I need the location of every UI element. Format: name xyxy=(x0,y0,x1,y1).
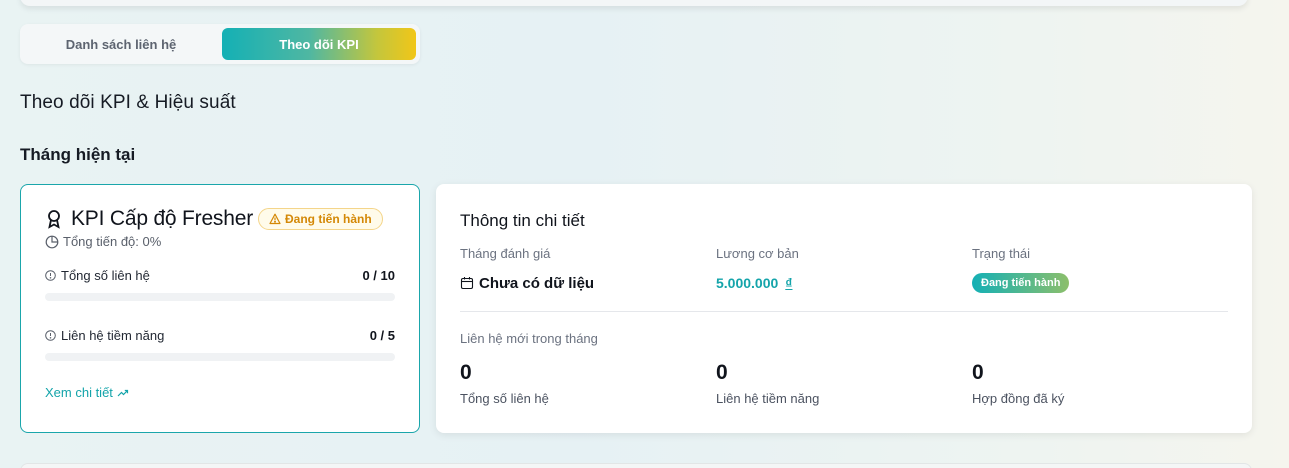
status-value: Đang tiến hành xyxy=(972,273,1228,293)
status-pill: Đang tiến hành xyxy=(972,273,1070,293)
top-panel-edge xyxy=(20,0,1248,6)
calendar-icon xyxy=(460,276,474,290)
kpi-title: KPI Cấp độ Fresher xyxy=(71,207,253,230)
salary-field: Lương cơ bản 5.000.000 ₫ xyxy=(716,246,972,293)
monthly-stats: 0 Tổng số liên hệ 0 Liên hệ tiềm năng 0 … xyxy=(460,362,1228,406)
view-details-label: Xem chi tiết xyxy=(45,385,113,400)
detail-info-grid: Tháng đánh giá Chưa có dữ liệu Lương cơ … xyxy=(460,246,1228,293)
metric-label: Tổng số liên hệ xyxy=(45,268,150,283)
stat-value: 0 xyxy=(460,361,472,384)
stat-value: 0 xyxy=(716,361,728,384)
metric-label-text: Liên hệ tiềm năng xyxy=(61,328,165,343)
eval-month-label: Tháng đánh giá xyxy=(460,246,551,261)
tab-kpi-tracking[interactable]: Theo dõi KPI xyxy=(222,28,416,60)
kpi-card: KPI Cấp độ Fresher Đang tiến hành Tổng t… xyxy=(20,184,420,433)
status-badge-label: Đang tiến hành xyxy=(285,212,372,226)
info-icon xyxy=(45,270,56,281)
total-progress-text: Tổng tiến độ: 0% xyxy=(63,234,162,249)
stat-label: Tổng số liên hệ xyxy=(460,391,549,406)
stat-value: 0 xyxy=(972,361,984,384)
stat-signed-contracts: 0 Hợp đồng đã ký xyxy=(972,362,1228,406)
metric-potential-contacts: Liên hệ tiềm năng 0 / 5 xyxy=(45,328,395,361)
metric-value: 0 / 5 xyxy=(369,328,395,343)
page-title: Theo dõi KPI & Hiệu suất xyxy=(20,92,236,113)
detail-info-card: Thông tin chi tiết Tháng đánh giá Chưa c… xyxy=(436,184,1252,433)
divider xyxy=(460,311,1228,312)
stat-total-contacts: 0 Tổng số liên hệ xyxy=(460,362,716,406)
metric-label-text: Tổng số liên hệ xyxy=(61,268,150,283)
award-icon xyxy=(45,209,63,229)
status-badge: Đang tiến hành xyxy=(258,208,383,230)
stat-label: Liên hệ tiềm năng xyxy=(716,391,820,406)
detail-info-title: Thông tin chi tiết xyxy=(460,211,585,230)
progress-bar xyxy=(45,293,395,301)
progress-bar xyxy=(45,353,395,361)
metric-value: 0 / 10 xyxy=(362,268,395,283)
tab-contact-list[interactable]: Danh sách liên hệ xyxy=(24,28,218,60)
stat-label: Hợp đồng đã ký xyxy=(972,391,1065,406)
status-label: Trạng thái xyxy=(972,246,1031,261)
salary-label: Lương cơ bản xyxy=(716,246,799,261)
monthly-contacts-label: Liên hệ mới trong tháng xyxy=(460,331,598,346)
section-title: Tháng hiện tại xyxy=(20,145,136,164)
eval-month-text: Chưa có dữ liệu xyxy=(479,274,595,292)
salary-amount: 5.000.000 xyxy=(716,275,779,291)
metric-total-contacts: Tổng số liên hệ 0 / 10 xyxy=(45,268,395,301)
metric-label: Liên hệ tiềm năng xyxy=(45,328,164,343)
view-tabs: Danh sách liên hệ Theo dõi KPI xyxy=(20,24,420,64)
view-details-link[interactable]: Xem chi tiết xyxy=(45,385,129,400)
salary-value: 5.000.000 ₫ xyxy=(716,273,972,293)
salary-currency: ₫ xyxy=(785,275,793,291)
kpi-card-header: KPI Cấp độ Fresher Đang tiến hành xyxy=(45,207,395,231)
stat-potential-contacts: 0 Liên hệ tiềm năng xyxy=(716,362,972,406)
trending-up-icon xyxy=(117,388,129,398)
total-progress: Tổng tiến độ: 0% xyxy=(45,234,395,249)
pie-chart-icon xyxy=(45,235,59,249)
eval-month-value: Chưa có dữ liệu xyxy=(460,273,716,293)
status-field: Trạng thái Đang tiến hành xyxy=(972,246,1228,293)
eval-month-field: Tháng đánh giá Chưa có dữ liệu xyxy=(460,246,716,293)
bottom-panel-edge xyxy=(20,463,1252,468)
info-icon xyxy=(45,330,56,341)
warning-icon xyxy=(269,213,281,225)
